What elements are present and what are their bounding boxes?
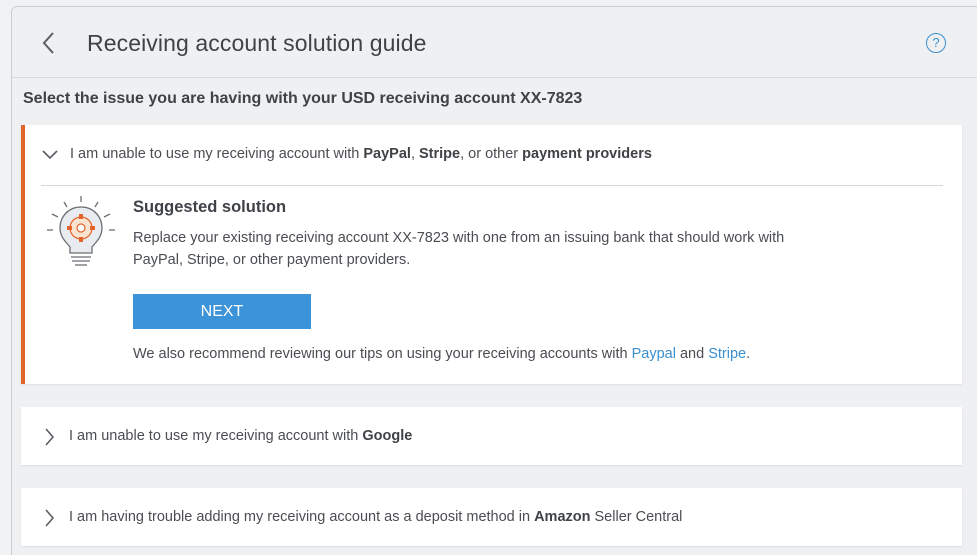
issue-label: I am unable to use my receiving account … [69,428,413,444]
issue-label: I am having trouble adding my receiving … [69,509,683,525]
solution-text: Replace your existing receiving account … [133,230,785,268]
paypal-link[interactable]: Paypal [632,346,676,362]
solution-title: Suggested solution [133,198,287,216]
chevron-right-icon [45,428,55,446]
chevron-left-icon [42,32,54,54]
divider [41,185,943,186]
header: Receiving account solution guide ? [12,7,977,78]
next-button[interactable]: NEXT [133,294,311,329]
lightbulb-gear-icon [47,196,115,266]
stripe-link[interactable]: Stripe [708,346,746,362]
guide-panel: Receiving account solution guide ? Selec… [11,6,977,555]
issue-card-google: I am unable to use my receiving account … [21,407,962,465]
page-title: Receiving account solution guide [87,30,427,56]
issue-header-amazon[interactable]: I am having trouble adding my receiving … [21,508,962,528]
issue-prompt: Select the issue you are having with you… [23,90,583,107]
issue-label: I am unable to use my receiving account … [70,146,652,162]
issue-header-google[interactable]: I am unable to use my receiving account … [21,427,962,447]
chevron-down-icon [42,150,58,160]
issue-card-amazon: I am having trouble adding my receiving … [21,488,962,546]
back-button[interactable] [38,29,62,57]
help-icon[interactable]: ? [926,33,946,53]
tips-text: We also recommend reviewing our tips on … [133,346,751,362]
issue-header-payment-providers[interactable]: I am unable to use my receiving account … [25,145,962,165]
chevron-right-icon [45,509,55,527]
issue-card-payment-providers: I am unable to use my receiving account … [21,125,962,384]
